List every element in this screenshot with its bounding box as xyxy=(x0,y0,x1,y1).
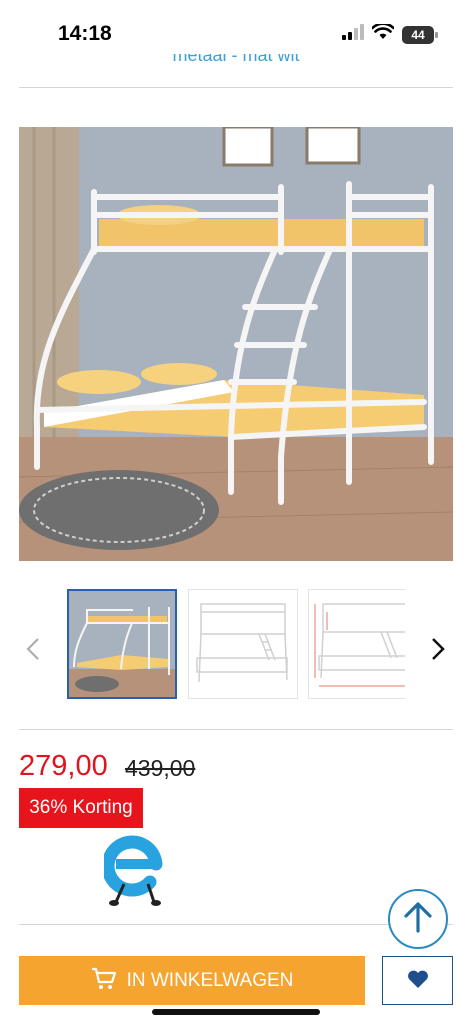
mascot-logo xyxy=(101,828,166,908)
thumbnail-2[interactable] xyxy=(188,589,298,699)
arrow-up-icon xyxy=(403,901,433,938)
add-to-cart-label: IN WINKELWAGEN xyxy=(126,969,294,991)
thumbnail-prev-arrow[interactable] xyxy=(18,632,48,666)
battery-icon: 44 xyxy=(402,25,438,44)
wifi-icon xyxy=(371,22,395,45)
thumbnail-1[interactable] xyxy=(67,589,177,699)
scroll-to-top-button[interactable] xyxy=(388,889,448,949)
current-price: 279,00 xyxy=(19,750,108,782)
thumbnail-3[interactable] xyxy=(308,589,405,699)
heart-icon xyxy=(407,969,429,992)
divider xyxy=(19,729,453,730)
signal-icon xyxy=(342,24,364,45)
status-icons: 44 xyxy=(342,22,438,45)
home-indicator xyxy=(152,1009,320,1015)
divider xyxy=(19,87,453,88)
product-subtitle-clip: metaal - mat wit xyxy=(0,54,472,80)
shopping-cart-icon xyxy=(91,966,117,996)
battery-level: 44 xyxy=(411,27,425,42)
original-price: 439,00 xyxy=(125,755,196,781)
status-time: 14:18 xyxy=(58,22,112,45)
wishlist-button[interactable] xyxy=(382,956,453,1005)
add-to-cart-button[interactable]: IN WINKELWAGEN xyxy=(19,956,365,1005)
product-subtitle: metaal - mat wit xyxy=(172,54,300,65)
thumbnail-next-arrow[interactable] xyxy=(423,632,453,666)
discount-badge: 36% Korting xyxy=(19,788,143,828)
main-product-image[interactable] xyxy=(19,127,453,561)
